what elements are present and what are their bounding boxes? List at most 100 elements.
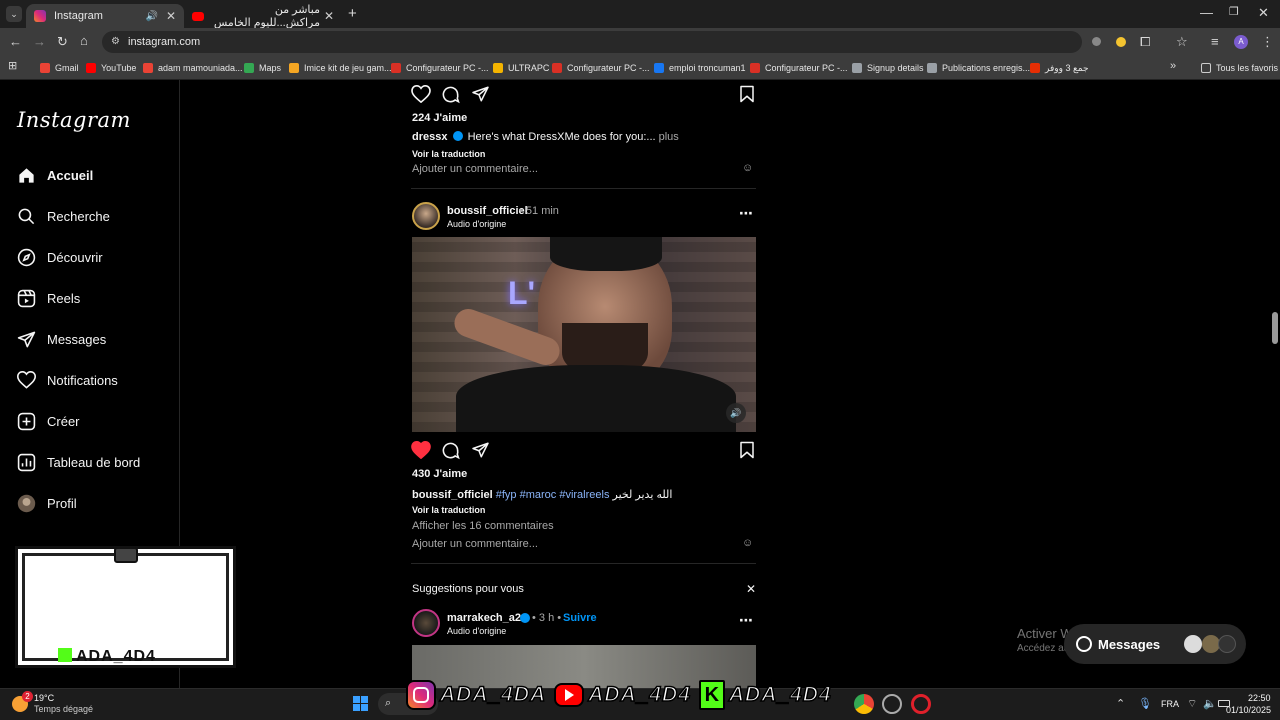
follow-button[interactable]: Suivre xyxy=(563,612,597,624)
close-suggestions-icon[interactable]: ✕ xyxy=(746,582,756,596)
caption-hashtags[interactable]: #fyp #maroc #viralreels xyxy=(496,489,610,501)
emoji-icon[interactable]: ☺ xyxy=(742,537,753,549)
volume-icon[interactable]: 🔈 xyxy=(1203,697,1217,710)
close-tab-icon[interactable]: ✕ xyxy=(166,9,176,23)
messages-pill[interactable]: Messages xyxy=(1064,624,1246,664)
reload-icon[interactable]: ↻ xyxy=(57,35,68,48)
save-icon[interactable] xyxy=(739,85,755,103)
share-icon[interactable] xyxy=(471,441,490,459)
minimize-icon[interactable]: — xyxy=(1200,6,1213,19)
tab-search-icon[interactable]: ⌄ xyxy=(6,6,22,22)
emoji-icon[interactable]: ☺ xyxy=(742,162,753,174)
bookmark-item[interactable]: Configurateur PC -... xyxy=(552,60,650,76)
youtube-icon xyxy=(554,683,585,707)
site-info-icon[interactable]: ⚙ xyxy=(111,36,120,47)
bookmark-item[interactable]: Configurateur PC -... xyxy=(391,60,489,76)
likes-count[interactable]: 224 J'aime xyxy=(412,112,467,124)
comment-input[interactable]: Ajouter un commentaire... xyxy=(412,163,538,175)
tab-instagram[interactable]: Instagram 🔊 ✕ xyxy=(26,4,184,28)
share-icon[interactable] xyxy=(471,85,490,103)
sidebar-item-label: Profil xyxy=(47,495,77,511)
sidebar-item-accueil[interactable]: Accueil xyxy=(17,163,93,187)
weather-widget[interactable]: 2 19°C Temps dégagé xyxy=(12,691,112,717)
clock-date[interactable]: 01/10/2025 xyxy=(1226,705,1271,715)
post-username[interactable]: boussif_officiel xyxy=(447,205,528,217)
sidebar-item-reels[interactable]: Reels xyxy=(17,286,80,310)
bookmark-item[interactable]: جمع 3 ووفر xyxy=(1030,60,1089,76)
all-bookmarks-button[interactable]: Tous les favoris xyxy=(1201,60,1278,76)
profile-avatar[interactable]: A xyxy=(1234,35,1248,49)
like-icon[interactable] xyxy=(411,85,431,103)
more-link[interactable]: plus xyxy=(659,131,679,143)
bookmark-item[interactable]: adam mamouniada... xyxy=(143,60,243,76)
avatar[interactable] xyxy=(412,202,440,230)
comment-icon[interactable] xyxy=(441,441,460,460)
opera-taskbar-icon[interactable] xyxy=(911,694,931,714)
weather-temp: 19°C xyxy=(34,693,55,703)
wifi-icon[interactable]: ⌔ xyxy=(1187,697,1197,711)
tab-youtube-live[interactable]: مباشر من مراكش...لليوم الخامس ✕ xyxy=(184,4,342,29)
extension-icon[interactable] xyxy=(1092,37,1101,46)
bookmark-item[interactable]: Imice kit de jeu gam... xyxy=(289,60,392,76)
close-window-icon[interactable]: ✕ xyxy=(1258,6,1269,19)
sidebar-item-profil[interactable]: Profil xyxy=(17,491,77,515)
tab-audio-icon[interactable]: 🔊 xyxy=(145,11,157,22)
caption-username[interactable]: boussif_officiel xyxy=(412,489,493,501)
bookmark-item[interactable]: Publications enregis... xyxy=(927,60,1030,76)
language-indicator[interactable]: FRA xyxy=(1161,699,1179,709)
bookmark-item[interactable]: Signup details xyxy=(852,60,924,76)
reading-list-icon[interactable]: ≡ xyxy=(1211,35,1219,48)
chevron-up-icon[interactable]: ⌃ xyxy=(1116,697,1125,710)
see-translation-link[interactable]: Voir la traduction xyxy=(412,505,485,515)
clock-time[interactable]: 22:50 xyxy=(1248,693,1271,703)
sidebar-item-recherche[interactable]: Recherche xyxy=(17,204,110,228)
bookmark-item[interactable]: Gmail xyxy=(40,60,79,76)
extension-icon[interactable] xyxy=(1116,37,1126,47)
reel-video[interactable]: L' 🔊 xyxy=(412,237,756,432)
like-icon[interactable] xyxy=(411,441,431,459)
avatar[interactable] xyxy=(412,609,440,637)
see-translation-link[interactable]: Voir la traduction xyxy=(412,149,485,159)
save-icon[interactable] xyxy=(739,441,755,459)
more-bookmarks-icon[interactable]: » xyxy=(1170,61,1176,72)
bookmark-item[interactable]: Configurateur PC -... xyxy=(750,60,848,76)
stream-overlay: ADA_4D4 xyxy=(15,546,236,668)
bookmark-item[interactable]: Maps xyxy=(244,60,281,76)
apps-grid-icon[interactable]: ⊞ xyxy=(8,61,17,72)
suggestion-username[interactable]: marrakech_a26 xyxy=(447,612,527,624)
view-comments-link[interactable]: Afficher les 16 commentaires xyxy=(412,520,554,532)
close-tab-icon[interactable]: ✕ xyxy=(324,9,334,23)
chrome-taskbar-icon[interactable] xyxy=(854,694,874,714)
sidebar-item-cr-er[interactable]: Créer xyxy=(17,409,80,433)
home-icon[interactable]: ⌂ xyxy=(80,34,88,47)
back-icon[interactable]: ← xyxy=(9,35,22,48)
restore-icon[interactable]: ❐ xyxy=(1229,7,1239,18)
sidebar-item-tableau-de-bord[interactable]: Tableau de bord xyxy=(17,450,140,474)
extensions-puzzle-icon[interactable]: ⧠ xyxy=(1140,35,1150,48)
post-audio[interactable]: Audio d'origine xyxy=(447,219,506,229)
bookmark-item[interactable]: YouTube xyxy=(86,60,136,76)
comment-icon[interactable] xyxy=(441,85,460,104)
address-bar[interactable]: ⚙ instagram.com xyxy=(102,31,1082,53)
comment-input[interactable]: Ajouter un commentaire... xyxy=(412,538,538,550)
post-options-icon[interactable]: ⋯ xyxy=(739,612,753,629)
bookmarks-manager-icon[interactable]: ☆ xyxy=(1176,35,1188,48)
suggestion-audio[interactable]: Audio d'origine xyxy=(447,626,506,636)
caption-username[interactable]: dressx xyxy=(412,131,447,143)
microphone-icon[interactable]: 🎙 xyxy=(1138,697,1152,710)
instagram-logo[interactable]: Instagram xyxy=(17,108,131,132)
likes-count[interactable]: 430 J'aime xyxy=(412,468,467,480)
new-tab-button[interactable]: + xyxy=(348,6,357,21)
sidebar-item-messages[interactable]: Messages xyxy=(17,327,106,351)
windows-start-icon[interactable] xyxy=(351,694,371,714)
bookmark-item[interactable]: emploi troncuman1 xyxy=(654,60,746,76)
sidebar-item-notifications[interactable]: Notifications xyxy=(17,368,118,392)
sidebar-item-d-couvrir[interactable]: Découvrir xyxy=(17,245,103,269)
scrollbar-thumb[interactable] xyxy=(1272,312,1278,344)
bookmark-item[interactable]: ULTRAPC xyxy=(493,60,549,76)
menu-icon[interactable]: ⋮ xyxy=(1261,35,1274,48)
forward-icon[interactable]: → xyxy=(33,35,46,48)
app-taskbar-icon[interactable] xyxy=(882,694,902,714)
post-options-icon[interactable]: ⋯ xyxy=(739,205,753,222)
mute-icon[interactable]: 🔊 xyxy=(726,403,746,423)
